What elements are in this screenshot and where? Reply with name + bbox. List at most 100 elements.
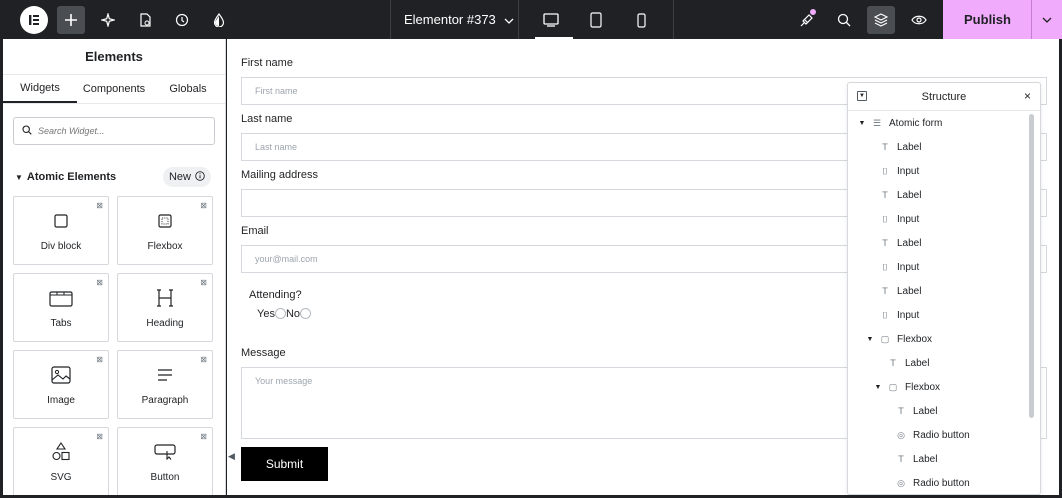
mailing-address-label: Mailing address (241, 169, 319, 181)
search-icon[interactable] (830, 6, 858, 34)
tree-item-flexbox[interactable]: ▼ ▢ Flexbox (848, 375, 1040, 399)
tab-components[interactable]: Components (77, 75, 151, 103)
tree-item-label[interactable]: T Label (848, 135, 1040, 159)
divider (390, 0, 391, 39)
tablet-icon[interactable] (582, 6, 610, 34)
tree-item-label[interactable]: T Label (848, 399, 1040, 423)
sparkle-icon[interactable] (94, 6, 122, 34)
search-input[interactable] (38, 126, 208, 136)
tree-item-atomic-form[interactable]: ▼ ☰ Atomic form (848, 111, 1040, 135)
flexbox-icon: ▢ (888, 381, 898, 392)
widget-tabs[interactable]: ⊠ Tabs (13, 273, 109, 342)
tree-item-input[interactable]: ⌷ Input (848, 255, 1040, 279)
structure-icon[interactable] (867, 6, 895, 34)
new-badge[interactable]: New (163, 167, 211, 187)
document-title[interactable]: Elementor #373 (404, 0, 514, 39)
widget-svg[interactable]: ⊠ SVG (13, 427, 109, 495)
pin-icon[interactable]: ⊠ (200, 278, 207, 287)
top-bar: Elementor #373 Publish (0, 0, 1062, 39)
tree-item-label: Radio button (913, 429, 970, 441)
no-radio[interactable] (300, 308, 312, 319)
tree-item-label: Label (897, 285, 922, 297)
yes-radio[interactable] (274, 308, 286, 319)
widget-label: Tabs (50, 318, 72, 329)
tree-item-label[interactable]: T Label (848, 447, 1040, 471)
widget-label: Image (47, 395, 75, 406)
radio-icon: ◎ (897, 477, 905, 488)
history-icon[interactable] (168, 6, 196, 34)
heading-icon (156, 286, 174, 310)
input-icon: ⌷ (882, 309, 888, 320)
pin-icon[interactable]: ⊠ (96, 355, 103, 364)
desktop-icon[interactable] (537, 6, 565, 34)
page-settings-icon[interactable] (131, 6, 159, 34)
tree-item-radio-button[interactable]: ◎ Radio button (848, 471, 1040, 494)
pin-icon[interactable]: ⊠ (200, 201, 207, 210)
theme-drop-icon[interactable] (205, 6, 233, 34)
tree-item-label[interactable]: T Label (848, 231, 1040, 255)
tree-item-label: Radio button (913, 477, 970, 489)
caret-down-icon[interactable]: ▼ (857, 120, 867, 127)
widget-heading[interactable]: ⊠ Heading (117, 273, 213, 342)
tree-item-label: Label (913, 405, 938, 417)
widget-image[interactable]: ⊠ Image (13, 350, 109, 419)
email-label: Email (241, 225, 269, 237)
mobile-icon[interactable] (627, 6, 655, 34)
info-icon (195, 170, 205, 184)
caret-down-icon: ▼ (15, 172, 23, 182)
pin-icon[interactable]: ⊠ (96, 278, 103, 287)
tab-globals[interactable]: Globals (151, 75, 225, 103)
tree-item-label: Atomic form (889, 117, 943, 129)
collapse-panel-icon[interactable]: ◀ (228, 451, 235, 462)
tree-item-input[interactable]: ⌷ Input (848, 207, 1040, 231)
tree-item-input[interactable]: ⌷ Input (848, 303, 1040, 327)
tree-item-flexbox[interactable]: ▼ ▢ Flexbox (848, 327, 1040, 351)
tree-item-label[interactable]: T Label (848, 279, 1040, 303)
publish-button[interactable]: Publish (943, 0, 1032, 39)
widget-button[interactable]: ⊠ Button (117, 427, 213, 495)
no-label: No (285, 308, 301, 320)
form-icon: ☰ (872, 117, 882, 128)
tab-widgets[interactable]: Widgets (3, 75, 77, 103)
tree-item-radio-button[interactable]: ◎ Radio button (848, 423, 1040, 447)
widget-flexbox[interactable]: ⊠ Flexbox (117, 196, 213, 265)
elementor-logo-icon[interactable] (20, 6, 48, 34)
panel-title: Elements (3, 39, 225, 75)
tree-item-label: Label (913, 453, 938, 465)
widget-div-block[interactable]: ⊠ Div block (13, 196, 109, 265)
tree-item-label: Flexbox (905, 381, 941, 393)
input-icon: ⌷ (882, 213, 888, 224)
chevron-down-icon (1042, 17, 1052, 23)
new-badge-label: New (168, 171, 191, 183)
text-icon: T (882, 238, 888, 248)
structure-scrollbar[interactable] (1029, 114, 1034, 418)
submit-button[interactable]: Submit (241, 447, 328, 481)
attending-label: Attending? (249, 289, 302, 301)
text-icon: T (898, 454, 904, 464)
image-icon (51, 363, 71, 387)
add-element-button[interactable] (57, 6, 85, 34)
message-label: Message (241, 347, 286, 359)
widget-label: Div block (40, 241, 82, 252)
close-icon[interactable]: × (1024, 89, 1031, 103)
pin-icon[interactable]: ⊠ (200, 432, 207, 441)
tree-item-label[interactable]: T Label (848, 183, 1040, 207)
structure-title: Structure (921, 90, 967, 103)
collapse-icon[interactable]: ▼ (857, 91, 867, 101)
caret-down-icon[interactable]: ▼ (865, 336, 875, 343)
paragraph-icon (157, 363, 173, 387)
tree-item-input[interactable]: ⌷ Input (848, 159, 1040, 183)
preview-eye-icon[interactable] (905, 6, 933, 34)
pin-icon[interactable]: ⊠ (96, 432, 103, 441)
publish-options-button[interactable] (1031, 0, 1062, 39)
tree-item-label[interactable]: T Label (848, 351, 1040, 375)
section-title: Atomic Elements (26, 171, 117, 183)
pin-icon[interactable]: ⊠ (96, 201, 103, 210)
document-title-text: Elementor #373 (404, 12, 496, 27)
button-icon (154, 440, 176, 464)
pin-icon[interactable]: ⊠ (200, 355, 207, 364)
first-name-label: First name (241, 57, 293, 69)
caret-down-icon[interactable]: ▼ (873, 384, 883, 391)
widget-paragraph[interactable]: ⊠ Paragraph (117, 350, 213, 419)
yes-label: Yes (257, 308, 275, 320)
